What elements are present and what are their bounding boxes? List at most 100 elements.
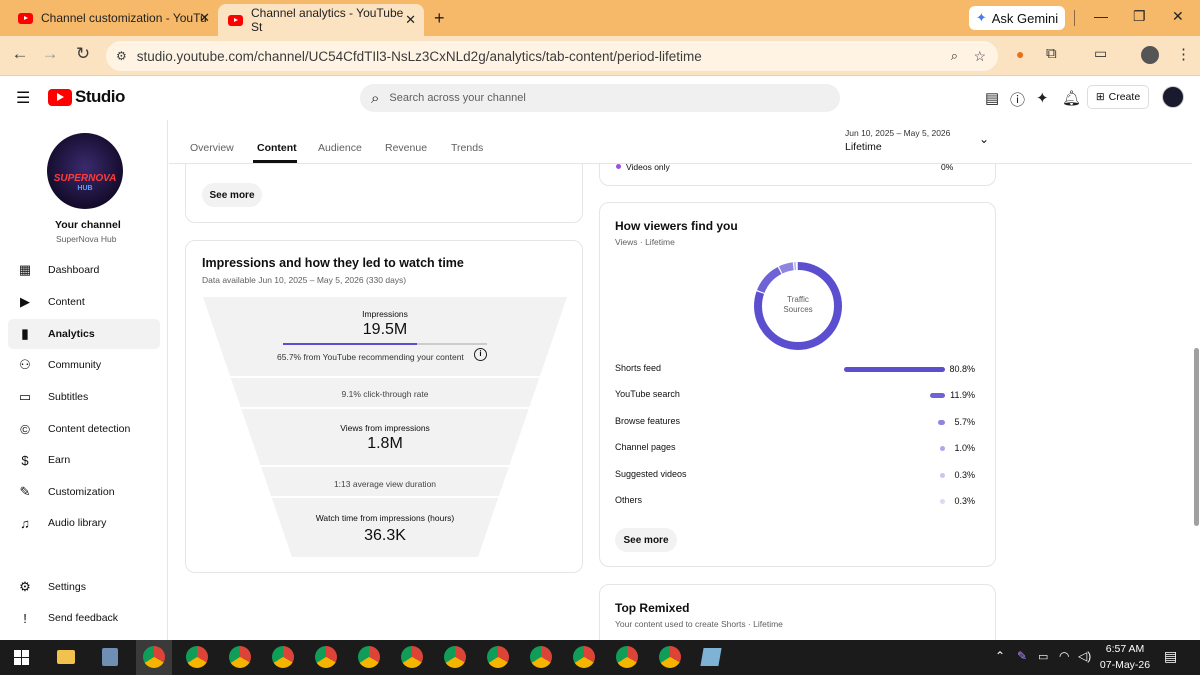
calculator-icon[interactable] bbox=[102, 648, 118, 666]
url-text: studio.youtube.com/channel/UC54CfdTIl3-N… bbox=[136, 48, 702, 64]
chrome-icon[interactable] bbox=[401, 646, 423, 668]
chrome-icon[interactable] bbox=[530, 646, 552, 668]
zoom-icon[interactable]: ⌕ bbox=[951, 48, 958, 64]
notification-center-icon[interactable]: ▤ bbox=[1164, 648, 1177, 665]
restore-icon[interactable]: ❐ bbox=[1133, 8, 1146, 25]
file-explorer-icon[interactable] bbox=[57, 650, 75, 664]
sidebar-item-earn[interactable]: $ Earn bbox=[8, 445, 160, 475]
impressions-label: Impressions bbox=[362, 309, 408, 319]
recommend-note: 65.7% from YouTube recommending your con… bbox=[277, 352, 464, 362]
notifications-bell-icon[interactable]: 🔔︎ bbox=[1062, 89, 1081, 107]
sidebar-item-settings[interactable]: ⚙ Settings bbox=[8, 572, 160, 602]
chrome-icon[interactable] bbox=[573, 646, 595, 668]
traffic-source-name: YouTube search bbox=[615, 389, 680, 400]
period-range[interactable]: Jun 10, 2025 – May 5, 2026 bbox=[845, 128, 950, 138]
chevron-down-icon[interactable]: ⌄ bbox=[979, 132, 989, 146]
traffic-source-bar bbox=[844, 367, 945, 372]
traffic-source-percent: 11.9% bbox=[950, 390, 975, 401]
analytics-main: See more Videos only 0% Overview Content… bbox=[169, 120, 1192, 640]
url-bar[interactable]: ⚙ studio.youtube.com/channel/UC54CfdTIl3… bbox=[106, 41, 998, 71]
create-label: Create bbox=[1108, 91, 1141, 103]
sidebar-item-label: Customization bbox=[48, 486, 115, 498]
forward-icon[interactable]: → bbox=[38, 44, 62, 64]
sidebar-item-customization[interactable]: ✎ Customization bbox=[8, 477, 160, 507]
card-title: Impressions and how they led to watch ti… bbox=[202, 256, 464, 270]
create-button[interactable]: ⊞ Create bbox=[1087, 85, 1149, 109]
extensions-puzzle-icon[interactable]: ⧉ bbox=[1046, 45, 1057, 62]
volume-icon[interactable]: ◁) bbox=[1078, 649, 1091, 663]
info-icon[interactable]: i bbox=[474, 348, 487, 361]
youtube-logo-icon[interactable] bbox=[48, 89, 72, 106]
notepad-icon[interactable] bbox=[700, 648, 722, 666]
browser-tab-customization[interactable]: Channel customization - YouTu ✕ bbox=[8, 4, 218, 32]
chrome-icon[interactable] bbox=[487, 646, 509, 668]
browser-menu-icon[interactable]: ⋮ bbox=[1176, 45, 1191, 63]
tray-chevron-up-icon[interactable]: ⌃ bbox=[995, 649, 1005, 663]
chrome-icon[interactable] bbox=[315, 646, 337, 668]
reading-mode-icon[interactable]: ▭ bbox=[1094, 45, 1107, 62]
sparkle-icon[interactable]: ✦ bbox=[1036, 89, 1049, 107]
wifi-icon[interactable]: ◠ bbox=[1059, 649, 1069, 663]
chrome-icon[interactable] bbox=[229, 646, 251, 668]
hamburger-menu-icon[interactable]: ☰ bbox=[16, 88, 30, 108]
sidebar-item-community[interactable]: ⚇ Community bbox=[8, 350, 160, 380]
tab-title: Channel customization - YouTu bbox=[41, 11, 207, 25]
traffic-source-percent: 0.3% bbox=[954, 496, 975, 506]
sidebar-item-content-detection[interactable]: © Content detection bbox=[8, 414, 160, 444]
page-scrollbar[interactable] bbox=[1192, 120, 1200, 640]
close-window-icon[interactable]: ✕ bbox=[1172, 8, 1184, 25]
chrome-icon[interactable] bbox=[659, 646, 681, 668]
minimize-icon[interactable]: — bbox=[1094, 8, 1108, 24]
sidebar-item-subtitles[interactable]: ▭ Subtitles bbox=[8, 382, 160, 412]
scrollbar-thumb[interactable] bbox=[1194, 348, 1199, 526]
chrome-icon[interactable] bbox=[358, 646, 380, 668]
tab-revenue[interactable]: Revenue bbox=[385, 142, 427, 154]
traffic-source-bar bbox=[930, 393, 945, 399]
tab-audience[interactable]: Audience bbox=[318, 142, 362, 154]
bookmark-star-icon[interactable]: ☆ bbox=[973, 48, 986, 65]
period-label[interactable]: Lifetime bbox=[845, 141, 882, 153]
site-info-icon[interactable]: ⚙ bbox=[116, 49, 127, 63]
battery-icon[interactable]: ▭ bbox=[1038, 650, 1048, 663]
your-channel-label[interactable]: Your channel bbox=[55, 219, 121, 231]
messages-icon[interactable]: ▤ bbox=[985, 89, 999, 107]
channel-search-input[interactable]: ⌕ Search across your channel bbox=[360, 84, 840, 112]
windows-start-icon[interactable] bbox=[14, 650, 29, 665]
ask-gemini-button[interactable]: ✦ Ask Gemini bbox=[969, 6, 1065, 30]
chrome-icon[interactable] bbox=[616, 646, 638, 668]
chrome-icon[interactable] bbox=[143, 646, 165, 668]
help-icon[interactable]: ⓘ bbox=[1010, 89, 1025, 110]
see-more-button[interactable]: See more bbox=[615, 528, 677, 552]
studio-logo-text[interactable]: Studio bbox=[75, 87, 125, 107]
feedback-icon: ! bbox=[23, 610, 27, 626]
reload-icon[interactable]: ↻ bbox=[71, 44, 95, 64]
tab-overview[interactable]: Overview bbox=[190, 142, 234, 154]
sidebar-item-audio-library[interactable]: ♫ Audio library bbox=[8, 508, 160, 538]
pen-icon[interactable]: ✎ bbox=[1017, 649, 1027, 663]
traffic-source-row: Shorts feed 80.8% bbox=[615, 363, 975, 377]
chrome-icon[interactable] bbox=[272, 646, 294, 668]
clock-date[interactable]: 07-May-26 bbox=[1096, 659, 1154, 671]
back-icon[interactable]: ← bbox=[8, 44, 32, 64]
impressions-funnel-card: Impressions and how they led to watch ti… bbox=[185, 240, 583, 573]
sidebar-item-dashboard[interactable]: ▦ Dashboard bbox=[8, 255, 160, 285]
clock-time[interactable]: 6:57 AM bbox=[1096, 643, 1154, 655]
avd-note: 1:13 average view duration bbox=[333, 479, 437, 489]
sidebar-item-analytics[interactable]: ▮ Analytics bbox=[8, 319, 160, 349]
channel-avatar[interactable]: SUPERNOVA HUB bbox=[47, 133, 123, 209]
chrome-icon[interactable] bbox=[444, 646, 466, 668]
youtube-favicon-icon bbox=[18, 12, 33, 24]
extension-brave-icon[interactable]: ● bbox=[1016, 46, 1024, 62]
close-tab-icon[interactable]: ✕ bbox=[199, 10, 210, 26]
chrome-icon[interactable] bbox=[186, 646, 208, 668]
tab-trends[interactable]: Trends bbox=[451, 142, 483, 154]
sidebar-item-send-feedback[interactable]: ! Send feedback bbox=[8, 603, 160, 633]
see-more-button[interactable]: See more bbox=[202, 183, 262, 207]
new-tab-icon[interactable]: + bbox=[434, 8, 445, 29]
sidebar-item-content[interactable]: ▶ Content bbox=[8, 287, 160, 317]
profile-avatar[interactable] bbox=[1141, 46, 1159, 64]
browser-tab-analytics[interactable]: Channel analytics - YouTube St ✕ bbox=[218, 4, 424, 36]
close-tab-icon[interactable]: ✕ bbox=[405, 12, 416, 28]
account-avatar[interactable] bbox=[1162, 86, 1184, 108]
tab-content[interactable]: Content bbox=[257, 142, 297, 154]
